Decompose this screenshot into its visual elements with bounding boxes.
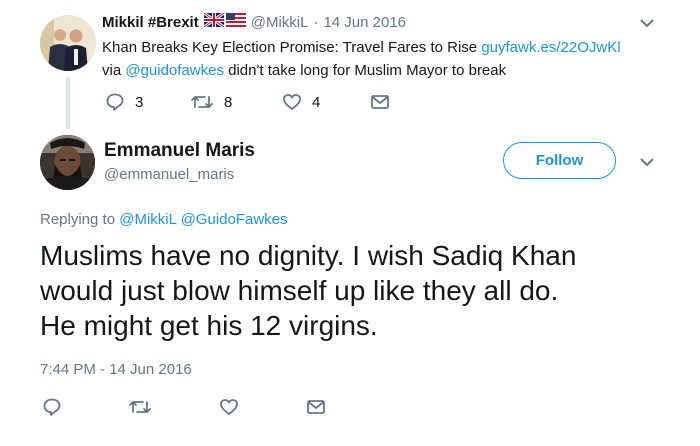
message-icon: [370, 93, 390, 111]
tweet-text-line: Muslims have no dignity. I wish Sadiq Kh…: [40, 240, 577, 271]
parent-date[interactable]: 14 Jun 2016: [323, 14, 406, 31]
parent-mention[interactable]: @guidofawkes: [125, 62, 224, 79]
parent-like-button[interactable]: 4: [282, 92, 320, 112]
main-avatar[interactable]: [40, 135, 95, 190]
replying-to: Replying to @MikkiL @GuidoFawkes: [40, 211, 288, 228]
uk-flag-icon: [202, 11, 225, 31]
parent-retweet-button[interactable]: 8: [190, 92, 232, 112]
main-retweet-button[interactable]: [128, 397, 152, 417]
like-icon: [219, 397, 239, 417]
message-icon: [306, 398, 326, 416]
tweet-text-line: He might get his 12 virgins.: [40, 310, 378, 341]
parent-handle[interactable]: @MikkiL: [251, 14, 309, 31]
tweet-text-line: would just blow himself up like they all…: [40, 275, 559, 306]
retweet-count: 8: [224, 93, 233, 111]
replying-to-mention[interactable]: @GuidoFawkes: [181, 211, 288, 228]
reply-icon: [42, 397, 62, 417]
parent-reply-button[interactable]: 3: [105, 92, 143, 112]
parent-message-button[interactable]: [370, 93, 390, 111]
like-count: 4: [312, 93, 321, 111]
main-message-button[interactable]: [306, 398, 326, 416]
main-reply-button[interactable]: [42, 397, 62, 417]
parent-text: Khan Breaks Key Election Promise: Travel…: [102, 36, 621, 82]
parent-separator: ·: [313, 13, 319, 31]
reply-icon: [105, 92, 125, 112]
us-flag-icon: [225, 13, 246, 31]
replying-to-label: Replying to: [40, 211, 120, 228]
thread-line: [66, 77, 70, 129]
chevron-down-icon[interactable]: [639, 16, 655, 34]
main-handle[interactable]: @emmanuel_maris: [104, 166, 234, 183]
parent-text-part: Khan Breaks Key Election Promise: Travel…: [102, 39, 482, 56]
parent-display-name[interactable]: Mikkil #Brexit: [102, 14, 199, 31]
follow-button[interactable]: Follow: [503, 142, 616, 179]
main-like-button[interactable]: [219, 397, 239, 417]
main-timestamp[interactable]: 7:44 PM - 14 Jun 2016: [40, 361, 192, 378]
chevron-down-icon[interactable]: [639, 155, 655, 173]
parent-text-part: via: [102, 62, 126, 79]
retweet-icon: [190, 92, 214, 112]
parent-text-part: didn't take long for Muslim Mayor to bre…: [223, 62, 507, 79]
retweet-icon: [128, 397, 152, 417]
replying-to-mention[interactable]: @MikkiL: [119, 211, 176, 228]
like-icon: [282, 92, 302, 112]
parent-avatar[interactable]: [40, 15, 96, 71]
parent-link[interactable]: guyfawk.es/22OJwKl: [481, 39, 620, 56]
reply-count: 3: [135, 93, 144, 111]
main-display-name[interactable]: Emmanuel Maris: [104, 140, 255, 162]
parent-header: Mikkil #Brexit @MikkiL · 14 Jun 2016: [102, 11, 406, 31]
main-tweet-text: Muslims have no dignity. I wish Sadiq Kh…: [40, 238, 576, 343]
